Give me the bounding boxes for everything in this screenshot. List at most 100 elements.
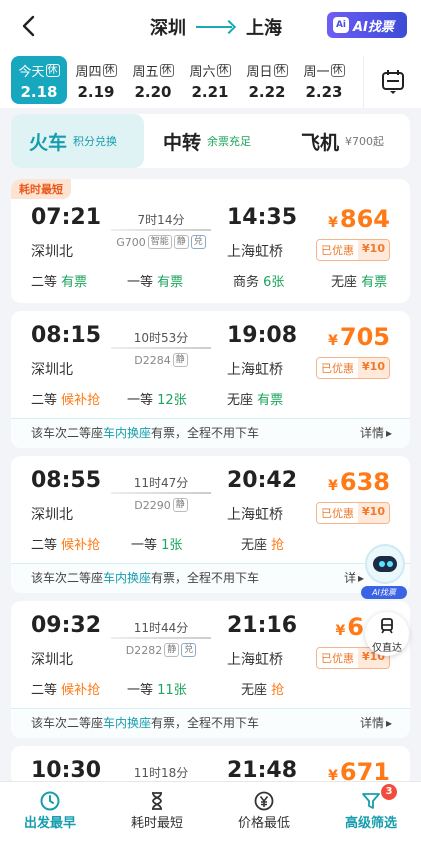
- tab-flight[interactable]: 飞机 ¥700起: [301, 114, 384, 168]
- train-number: D2284: [134, 353, 171, 367]
- direct-only-button[interactable]: 仅直达: [365, 612, 409, 656]
- seat-class: 无座: [241, 683, 268, 698]
- seat-no-seat: 无座 有票: [331, 271, 387, 290]
- seat-class: 一等: [127, 683, 154, 698]
- sort-earliest-departure[interactable]: 出发最早: [0, 790, 100, 831]
- tab-transfer[interactable]: 中转 余票充足: [163, 114, 251, 168]
- date-item[interactable]: 周六休 2.21: [182, 56, 238, 104]
- date-value: 2.22: [248, 83, 286, 101]
- route-title[interactable]: 深圳 上海: [150, 14, 282, 40]
- top-header: 深圳 上海 Ai AI找票: [0, 0, 421, 56]
- tab-train[interactable]: 火车 积分兑换: [11, 114, 144, 168]
- train-number: G700: [116, 235, 146, 249]
- filter-count-badge: 3: [381, 784, 397, 800]
- from-city: 深圳: [150, 18, 186, 39]
- tab-label: 飞机: [301, 131, 340, 154]
- seat-class: 一等: [127, 275, 154, 290]
- sort-label: 价格最低: [237, 816, 290, 831]
- notice-text: 有票，全程不用下车: [151, 716, 260, 730]
- seat-class: 无座: [241, 538, 268, 553]
- discount-label: 已优惠: [317, 240, 359, 260]
- date-item[interactable]: 周四休 2.19: [68, 56, 124, 104]
- seat-first-class: 一等 12张: [127, 389, 187, 408]
- date-value: 2.21: [191, 83, 229, 101]
- to-city: 上海: [246, 18, 282, 39]
- duration: 11时18分: [133, 766, 189, 780]
- depart-time: 09:32: [31, 613, 102, 638]
- advanced-filter-button[interactable]: 3 高级筛选: [321, 784, 421, 831]
- depart-time: 08:15: [31, 323, 102, 348]
- date-weekday: 今天: [18, 65, 45, 80]
- sort-label: 耗时最短: [130, 816, 183, 831]
- discount-label: 已优惠: [317, 503, 359, 523]
- depart-station: 深圳北: [31, 244, 73, 260]
- duration-line: [111, 229, 211, 231]
- train-card-d2282[interactable]: 09:32 深圳北 11时44分 D2282 静 兑 21:16 上海虹桥 ¥6…: [11, 601, 410, 738]
- depart-station: 深圳北: [31, 362, 73, 378]
- notice-text: 该车次二等座: [31, 571, 104, 585]
- date-item[interactable]: 周一休 2.23: [296, 56, 352, 104]
- filter-icon: [362, 793, 380, 809]
- arrive-time: 21:16: [227, 613, 298, 638]
- price-value: 6: [347, 613, 364, 641]
- seat-class: 二等: [31, 683, 58, 698]
- details-link[interactable]: 详情: [360, 709, 392, 738]
- yen-symbol: ¥: [328, 215, 338, 231]
- sort-shortest-duration[interactable]: 耗时最短: [107, 790, 207, 831]
- train-card-d2290[interactable]: 08:55 深圳北 11时47分 D2290 静 20:42 上海虹桥 ¥638…: [11, 456, 410, 593]
- sort-label: 高级筛选: [344, 816, 397, 831]
- hourglass-icon: [152, 792, 162, 810]
- tab-sublabel: 余票充足: [207, 135, 252, 148]
- holiday-badge: 休: [216, 64, 231, 77]
- seat-status: 抢: [271, 683, 285, 698]
- back-arrow-icon[interactable]: [16, 12, 44, 40]
- duration: 10时53分: [133, 331, 189, 345]
- seat-second-class: 二等 候补抢: [31, 389, 100, 408]
- notice-text: 有票，全程不用下车: [151, 571, 260, 585]
- arrive-time: 19:08: [227, 323, 298, 348]
- notice-highlight: 车内换座: [103, 426, 152, 440]
- duration-line: [111, 492, 211, 494]
- price-value: 864: [339, 205, 390, 233]
- arrive-station: 上海虹桥: [227, 507, 283, 523]
- feature-badge: 兑: [181, 643, 197, 657]
- sort-bar: 出发最早 耗时最短 价格最低 3 高级筛选: [0, 781, 421, 841]
- seat-status: 有票: [361, 275, 388, 290]
- seat-status: 候补抢: [61, 538, 101, 553]
- train-info: D2284 静: [111, 353, 211, 367]
- transport-mode-tabs: 火车 积分兑换 中转 余票充足 飞机 ¥700起: [11, 114, 410, 168]
- seat-change-notice: 该车次二等座车内换座有票，全程不用下车 详情: [11, 418, 410, 448]
- ai-find-ticket-button[interactable]: Ai AI找票: [327, 12, 407, 38]
- date-item[interactable]: 周五休 2.20: [125, 56, 181, 104]
- calendar-button[interactable]: [363, 56, 421, 108]
- discount-label: 已优惠: [317, 358, 359, 378]
- duration-line: [111, 637, 211, 639]
- seat-status: 有票: [257, 393, 284, 408]
- details-link[interactable]: 详情: [360, 419, 392, 448]
- price: ¥638: [328, 468, 390, 496]
- holiday-badge: 休: [102, 64, 117, 77]
- date-item[interactable]: 周日休 2.22: [239, 56, 295, 104]
- train-card-partial[interactable]: 10:30 11时18分 21:48 ¥671: [11, 746, 410, 786]
- seat-second-class: 二等 候补抢: [31, 679, 100, 698]
- seat-status: 有票: [61, 275, 88, 290]
- sort-lowest-price[interactable]: 价格最低: [214, 790, 314, 831]
- seat-class: 一等: [131, 538, 158, 553]
- date-value: 2.20: [134, 83, 172, 101]
- seat-class: 无座: [227, 393, 254, 408]
- depart-station: 深圳北: [31, 507, 73, 523]
- train-number: D2290: [134, 498, 171, 512]
- price-value: 638: [339, 468, 390, 496]
- train-info: D2290 静: [111, 498, 211, 512]
- ai-assistant-button[interactable]: AI找票: [361, 544, 407, 599]
- seat-status: 11张: [157, 683, 187, 698]
- train-card-g700[interactable]: 耗时最短 07:21 深圳北 7时14分 G700 智能 静 兑 14:35 上…: [11, 179, 410, 303]
- seat-class: 二等: [31, 275, 58, 290]
- train-card-d2284[interactable]: 08:15 深圳北 10时53分 D2284 静 19:08 上海虹桥 ¥705…: [11, 311, 410, 448]
- seat-second-class: 二等 候补抢: [31, 534, 100, 553]
- depart-time: 07:21: [31, 205, 102, 230]
- date-item-today[interactable]: 今天休 2.18: [11, 56, 67, 104]
- arrive-time: 20:42: [227, 468, 298, 493]
- discount-badge: 已优惠 ¥10: [316, 357, 390, 379]
- seat-first-class: 一等 11张: [127, 679, 187, 698]
